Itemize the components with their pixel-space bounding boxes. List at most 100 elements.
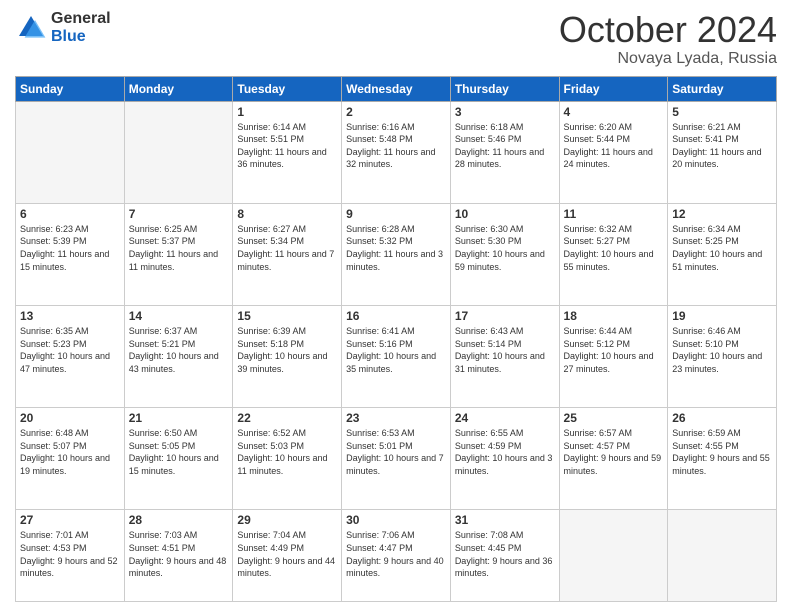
day-info: Sunrise: 6:46 AM Sunset: 5:10 PM Dayligh… xyxy=(672,325,772,375)
day-info: Sunrise: 6:59 AM Sunset: 4:55 PM Dayligh… xyxy=(672,427,772,477)
day-info: Sunrise: 6:55 AM Sunset: 4:59 PM Dayligh… xyxy=(455,427,555,477)
table-row: 28 Sunrise: 7:03 AM Sunset: 4:51 PM Dayli… xyxy=(124,510,233,602)
day-number: 31 xyxy=(455,513,555,527)
day-info: Sunrise: 7:04 AM Sunset: 4:49 PM Dayligh… xyxy=(237,529,337,579)
calendar-table: Sunday Monday Tuesday Wednesday Thursday… xyxy=(15,76,777,602)
day-number: 2 xyxy=(346,105,446,119)
table-row: 7 Sunrise: 6:25 AM Sunset: 5:37 PM Daylig… xyxy=(124,203,233,305)
day-number: 24 xyxy=(455,411,555,425)
day-info: Sunrise: 7:06 AM Sunset: 4:47 PM Dayligh… xyxy=(346,529,446,579)
table-row: 21 Sunrise: 6:50 AM Sunset: 5:05 PM Dayli… xyxy=(124,408,233,510)
logo-icon xyxy=(15,12,47,44)
day-info: Sunrise: 6:44 AM Sunset: 5:12 PM Dayligh… xyxy=(564,325,664,375)
day-info: Sunrise: 6:32 AM Sunset: 5:27 PM Dayligh… xyxy=(564,223,664,273)
day-info: Sunrise: 6:14 AM Sunset: 5:51 PM Dayligh… xyxy=(237,121,337,171)
day-number: 18 xyxy=(564,309,664,323)
day-number: 10 xyxy=(455,207,555,221)
day-number: 19 xyxy=(672,309,772,323)
col-sunday: Sunday xyxy=(16,76,125,101)
table-row xyxy=(559,510,668,602)
day-number: 17 xyxy=(455,309,555,323)
header: General Blue October 2024 Novaya Lyada, … xyxy=(15,10,777,68)
day-number: 25 xyxy=(564,411,664,425)
logo-blue: Blue xyxy=(51,28,111,46)
day-number: 26 xyxy=(672,411,772,425)
day-info: Sunrise: 6:16 AM Sunset: 5:48 PM Dayligh… xyxy=(346,121,446,171)
day-info: Sunrise: 6:25 AM Sunset: 5:37 PM Dayligh… xyxy=(129,223,229,273)
table-row: 4 Sunrise: 6:20 AM Sunset: 5:44 PM Daylig… xyxy=(559,101,668,203)
day-info: Sunrise: 6:52 AM Sunset: 5:03 PM Dayligh… xyxy=(237,427,337,477)
day-info: Sunrise: 6:34 AM Sunset: 5:25 PM Dayligh… xyxy=(672,223,772,273)
calendar-row: 27Sunrise: 7:01 AM Sunset: 4:53 PM Dayli… xyxy=(16,510,777,602)
location-title: Novaya Lyada, Russia xyxy=(559,50,777,68)
table-row: 11Sunrise: 6:32 AM Sunset: 5:27 PM Dayli… xyxy=(559,203,668,305)
logo-general: General xyxy=(51,10,111,28)
table-row: 16Sunrise: 6:41 AM Sunset: 5:16 PM Dayli… xyxy=(342,306,451,408)
day-info: Sunrise: 6:53 AM Sunset: 5:01 PM Dayligh… xyxy=(346,427,446,477)
table-row: 19 Sunrise: 6:46 AM Sunset: 5:10 PM Dayli… xyxy=(668,306,777,408)
table-row: 1 Sunrise: 6:14 AM Sunset: 5:51 PM Daylig… xyxy=(233,101,342,203)
table-row: 26 Sunrise: 6:59 AM Sunset: 4:55 PM Dayli… xyxy=(668,408,777,510)
day-number: 7 xyxy=(129,207,229,221)
table-row: 22 Sunrise: 6:52 AM Sunset: 5:03 PM Dayli… xyxy=(233,408,342,510)
day-info: Sunrise: 6:37 AM Sunset: 5:21 PM Dayligh… xyxy=(129,325,229,375)
table-row: 23Sunrise: 6:53 AM Sunset: 5:01 PM Dayli… xyxy=(342,408,451,510)
table-row: 5 Sunrise: 6:21 AM Sunset: 5:41 PM Daylig… xyxy=(668,101,777,203)
col-tuesday: Tuesday xyxy=(233,76,342,101)
day-info: Sunrise: 6:30 AM Sunset: 5:30 PM Dayligh… xyxy=(455,223,555,273)
calendar-row: 13Sunrise: 6:35 AM Sunset: 5:23 PM Dayli… xyxy=(16,306,777,408)
day-info: Sunrise: 7:08 AM Sunset: 4:45 PM Dayligh… xyxy=(455,529,555,579)
col-thursday: Thursday xyxy=(450,76,559,101)
table-row: 24 Sunrise: 6:55 AM Sunset: 4:59 PM Dayli… xyxy=(450,408,559,510)
table-row: 14Sunrise: 6:37 AM Sunset: 5:21 PM Dayli… xyxy=(124,306,233,408)
table-row: 6 Sunrise: 6:23 AM Sunset: 5:39 PM Daylig… xyxy=(16,203,125,305)
table-row xyxy=(668,510,777,602)
calendar-row: 1 Sunrise: 6:14 AM Sunset: 5:51 PM Daylig… xyxy=(16,101,777,203)
day-number: 21 xyxy=(129,411,229,425)
day-info: Sunrise: 6:50 AM Sunset: 5:05 PM Dayligh… xyxy=(129,427,229,477)
day-number: 12 xyxy=(672,207,772,221)
table-row xyxy=(124,101,233,203)
day-info: Sunrise: 6:57 AM Sunset: 4:57 PM Dayligh… xyxy=(564,427,664,477)
day-number: 20 xyxy=(20,411,120,425)
day-info: Sunrise: 6:41 AM Sunset: 5:16 PM Dayligh… xyxy=(346,325,446,375)
day-number: 8 xyxy=(237,207,337,221)
table-row: 8Sunrise: 6:27 AM Sunset: 5:34 PM Daylig… xyxy=(233,203,342,305)
day-info: Sunrise: 6:20 AM Sunset: 5:44 PM Dayligh… xyxy=(564,121,664,171)
table-row: 15Sunrise: 6:39 AM Sunset: 5:18 PM Dayli… xyxy=(233,306,342,408)
day-info: Sunrise: 6:35 AM Sunset: 5:23 PM Dayligh… xyxy=(20,325,120,375)
col-monday: Monday xyxy=(124,76,233,101)
table-row: 27Sunrise: 7:01 AM Sunset: 4:53 PM Dayli… xyxy=(16,510,125,602)
day-info: Sunrise: 7:01 AM Sunset: 4:53 PM Dayligh… xyxy=(20,529,120,579)
day-info: Sunrise: 6:28 AM Sunset: 5:32 PM Dayligh… xyxy=(346,223,446,273)
day-info: Sunrise: 6:23 AM Sunset: 5:39 PM Dayligh… xyxy=(20,223,120,273)
table-row: 18 Sunrise: 6:44 AM Sunset: 5:12 PM Dayli… xyxy=(559,306,668,408)
day-number: 5 xyxy=(672,105,772,119)
calendar-header-row: Sunday Monday Tuesday Wednesday Thursday… xyxy=(16,76,777,101)
logo: General Blue xyxy=(15,10,111,45)
table-row: 30 Sunrise: 7:06 AM Sunset: 4:47 PM Dayli… xyxy=(342,510,451,602)
day-info: Sunrise: 6:48 AM Sunset: 5:07 PM Dayligh… xyxy=(20,427,120,477)
table-row: 9 Sunrise: 6:28 AM Sunset: 5:32 PM Daylig… xyxy=(342,203,451,305)
title-block: October 2024 Novaya Lyada, Russia xyxy=(559,10,777,68)
day-info: Sunrise: 7:03 AM Sunset: 4:51 PM Dayligh… xyxy=(129,529,229,579)
day-number: 4 xyxy=(564,105,664,119)
table-row: 31 Sunrise: 7:08 AM Sunset: 4:45 PM Dayli… xyxy=(450,510,559,602)
calendar-row: 20 Sunrise: 6:48 AM Sunset: 5:07 PM Dayli… xyxy=(16,408,777,510)
col-wednesday: Wednesday xyxy=(342,76,451,101)
logo-text: General Blue xyxy=(51,10,111,45)
table-row: 17Sunrise: 6:43 AM Sunset: 5:14 PM Dayli… xyxy=(450,306,559,408)
day-number: 30 xyxy=(346,513,446,527)
col-friday: Friday xyxy=(559,76,668,101)
day-number: 3 xyxy=(455,105,555,119)
day-number: 9 xyxy=(346,207,446,221)
day-info: Sunrise: 6:21 AM Sunset: 5:41 PM Dayligh… xyxy=(672,121,772,171)
day-number: 22 xyxy=(237,411,337,425)
day-number: 15 xyxy=(237,309,337,323)
day-number: 1 xyxy=(237,105,337,119)
table-row: 2 Sunrise: 6:16 AM Sunset: 5:48 PM Daylig… xyxy=(342,101,451,203)
day-number: 28 xyxy=(129,513,229,527)
table-row xyxy=(16,101,125,203)
col-saturday: Saturday xyxy=(668,76,777,101)
day-number: 6 xyxy=(20,207,120,221)
